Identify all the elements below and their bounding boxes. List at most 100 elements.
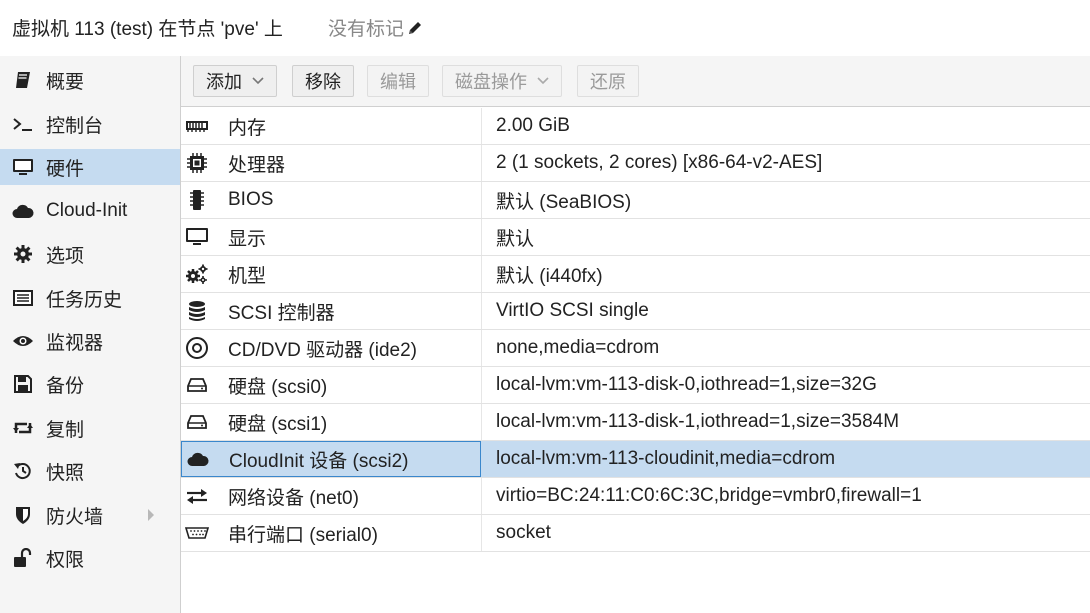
table-row[interactable]: BIOS 默认 (SeaBIOS) bbox=[181, 182, 1090, 219]
sidebar-item-label: 控制台 bbox=[46, 115, 104, 137]
list-icon bbox=[12, 287, 34, 309]
cogs-icon bbox=[185, 262, 209, 286]
terminal-icon bbox=[12, 113, 34, 135]
monitor-icon bbox=[12, 156, 34, 178]
retweet-icon bbox=[12, 417, 34, 439]
chevron-down-icon bbox=[252, 77, 264, 85]
sidebar-item-hardware[interactable]: 硬件 bbox=[0, 149, 180, 185]
edit-button-label: 编辑 bbox=[380, 72, 416, 92]
cpu-icon bbox=[185, 151, 209, 175]
header: 虚拟机 113 (test) 在节点 'pve' 上 没有标记 bbox=[0, 0, 1090, 54]
hardware-name-cell: 处理器 bbox=[181, 145, 481, 181]
tags-editor[interactable]: 没有标记 bbox=[328, 14, 424, 41]
sidebar-item-label: 复制 bbox=[46, 419, 85, 441]
page-title: 虚拟机 113 (test) 在节点 'pve' 上 bbox=[12, 19, 283, 40]
table-row[interactable]: 硬盘 (scsi1) local-lvm:vm-113-disk-1,iothr… bbox=[181, 404, 1090, 441]
table-row[interactable]: 网络设备 (net0) virtio=BC:24:11:C0:6C:3C,bri… bbox=[181, 478, 1090, 515]
sidebar-item-snapshot[interactable]: 快照 bbox=[0, 453, 180, 489]
hardware-value: 默认 (i440fx) bbox=[496, 265, 603, 287]
hardware-name-cell: BIOS bbox=[181, 182, 481, 218]
sidebar-item-console[interactable]: 控制台 bbox=[0, 106, 180, 142]
table-row[interactable]: SCSI 控制器 VirtIO SCSI single bbox=[181, 293, 1090, 330]
book-icon bbox=[12, 69, 34, 91]
sidebar-item-label: 防火墙 bbox=[46, 506, 104, 528]
disk-action-button-label: 磁盘操作 bbox=[455, 72, 527, 92]
sidebar-item-label: 备份 bbox=[46, 375, 85, 397]
sidebar-item-monitor[interactable]: 监视器 bbox=[0, 323, 180, 359]
hardware-name: CD/DVD 驱动器 (ide2) bbox=[228, 339, 417, 361]
hardware-name-cell: 显示 bbox=[181, 219, 481, 255]
sidebar-item-firewall[interactable]: 防火墙 bbox=[0, 497, 180, 533]
hardware-name-cell: CloudInit 设备 (scsi2) bbox=[181, 441, 481, 477]
exchange-icon bbox=[185, 484, 209, 508]
sidebar-item-label: 概要 bbox=[46, 71, 85, 93]
revert-button-label: 还原 bbox=[590, 72, 626, 92]
sidebar-item-label: 监视器 bbox=[46, 332, 104, 354]
hardware-name-cell: 串行端口 (serial0) bbox=[181, 515, 481, 551]
toolbar: 添加 移除 编辑 磁盘操作 还原 bbox=[181, 56, 1090, 107]
add-button[interactable]: 添加 bbox=[193, 65, 277, 97]
hardware-value: socket bbox=[496, 522, 551, 543]
cdrom-icon bbox=[185, 336, 209, 360]
table-row[interactable]: 硬盘 (scsi0) local-lvm:vm-113-disk-0,iothr… bbox=[181, 367, 1090, 404]
eye-icon bbox=[12, 330, 34, 352]
table-row[interactable]: 处理器 2 (1 sockets, 2 cores) [x86-64-v2-AE… bbox=[181, 145, 1090, 182]
hardware-name-cell: 硬盘 (scsi1) bbox=[181, 404, 481, 440]
hardware-name-cell: 网络设备 (net0) bbox=[181, 478, 481, 514]
hardware-value: 默认 (SeaBIOS) bbox=[496, 191, 632, 213]
hdd-icon bbox=[185, 410, 209, 434]
hardware-value: 2 (1 sockets, 2 cores) [x86-64-v2-AES] bbox=[496, 152, 823, 173]
sidebar-item-permissions[interactable]: 权限 bbox=[0, 540, 180, 576]
sidebar-item-summary[interactable]: 概要 bbox=[0, 62, 180, 98]
sidebar-item-cloud-init[interactable]: Cloud-Init bbox=[0, 193, 180, 229]
hardware-value: 默认 bbox=[496, 228, 535, 250]
sidebar-item-replication[interactable]: 复制 bbox=[0, 410, 180, 446]
sidebar-item-backup[interactable]: 备份 bbox=[0, 366, 180, 402]
add-button-label: 添加 bbox=[206, 72, 242, 92]
table-row[interactable]: 串行端口 (serial0) socket bbox=[181, 515, 1090, 552]
revert-button[interactable]: 还原 bbox=[577, 65, 639, 97]
sidebar-item-label: 快照 bbox=[46, 462, 85, 484]
cloud-icon bbox=[186, 447, 210, 471]
history-icon bbox=[12, 460, 34, 482]
shield-icon bbox=[12, 504, 34, 526]
table-row[interactable]: CD/DVD 驱动器 (ide2) none,media=cdrom bbox=[181, 330, 1090, 367]
cloud-icon bbox=[12, 200, 34, 222]
floppy-icon bbox=[12, 373, 34, 395]
sidebar-item-options[interactable]: 选项 bbox=[0, 236, 180, 272]
pencil-icon[interactable] bbox=[406, 19, 424, 37]
sidebar-item-label: Cloud-Init bbox=[46, 200, 128, 221]
table-row-selected[interactable]: CloudInit 设备 (scsi2) local-lvm:vm-113-cl… bbox=[181, 441, 1090, 478]
hardware-name-cell: CD/DVD 驱动器 (ide2) bbox=[181, 330, 481, 366]
unlock-icon bbox=[12, 547, 34, 569]
hardware-name-cell: 硬盘 (scsi0) bbox=[181, 367, 481, 403]
hardware-name: 硬盘 (scsi0) bbox=[228, 376, 328, 398]
hardware-name: 硬盘 (scsi1) bbox=[228, 413, 328, 435]
table-row[interactable]: 显示 默认 bbox=[181, 219, 1090, 256]
remove-button[interactable]: 移除 bbox=[292, 65, 354, 97]
hdd-icon bbox=[185, 373, 209, 397]
sidebar-item-label: 权限 bbox=[46, 549, 85, 571]
sidebar-item-label: 硬件 bbox=[46, 158, 85, 180]
desktop-icon bbox=[185, 225, 209, 249]
memory-icon bbox=[185, 114, 209, 138]
sidebar-item-task-history[interactable]: 任务历史 bbox=[0, 280, 180, 316]
hardware-name: 机型 bbox=[228, 265, 267, 287]
gear-icon bbox=[12, 243, 34, 265]
hardware-value: local-lvm:vm-113-cloudinit,media=cdrom bbox=[496, 448, 836, 469]
disk-action-button[interactable]: 磁盘操作 bbox=[442, 65, 562, 97]
expand-arrow-icon[interactable] bbox=[146, 508, 156, 522]
hardware-value: virtio=BC:24:11:C0:6C:3C,bridge=vmbr0,fi… bbox=[496, 485, 922, 506]
chevron-down-icon bbox=[537, 77, 549, 85]
sidebar-item-label: 选项 bbox=[46, 245, 85, 267]
table-row[interactable]: 内存 2.00 GiB bbox=[181, 108, 1090, 145]
hardware-value: local-lvm:vm-113-disk-0,iothread=1,size=… bbox=[496, 374, 877, 395]
tags-label: 没有标记 bbox=[328, 19, 405, 40]
table-row[interactable]: 机型 默认 (i440fx) bbox=[181, 256, 1090, 293]
hardware-value: local-lvm:vm-113-disk-1,iothread=1,size=… bbox=[496, 411, 900, 432]
hardware-value: none,media=cdrom bbox=[496, 337, 660, 358]
sidebar: 概要 控制台 硬件 Cloud-Init 选项 任务历史 监视器 备份 复制 快… bbox=[0, 56, 181, 613]
edit-button[interactable]: 编辑 bbox=[367, 65, 429, 97]
hardware-value: VirtIO SCSI single bbox=[496, 300, 649, 321]
hardware-name: 网络设备 (net0) bbox=[228, 487, 359, 509]
